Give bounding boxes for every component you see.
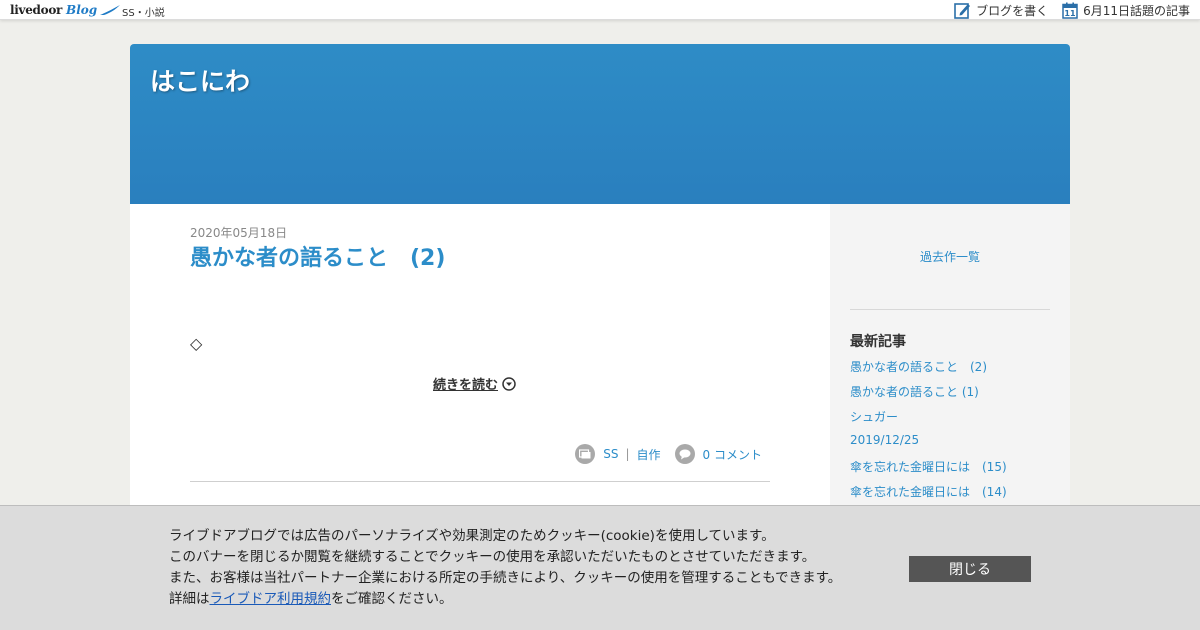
- header-actions: ブログを書く 11 6月11日話題の記事: [940, 0, 1190, 20]
- list-item: 2019/12/25: [850, 433, 1007, 458]
- terms-of-use-link[interactable]: ライブドア利用規約: [210, 591, 332, 607]
- folder-icon: [575, 444, 596, 464]
- category-original-link[interactable]: 自作: [637, 446, 661, 463]
- cookie-line-4-suffix: をご確認ください。: [331, 591, 453, 607]
- cookie-line-3: また、お客様は当社パートナー企業における所定の手続きにより、クッキーの使用を管理…: [169, 570, 842, 586]
- cookie-line-2: このバナーを閉じるか閲覧を継続することでクッキーの使用を承認いただいたものとさせ…: [169, 549, 816, 565]
- cookie-banner: ライブドアブログでは広告のパーソナライズや効果測定のためクッキー(cookie)…: [0, 505, 1200, 630]
- list-item: 愚かな者の語ること (1): [850, 383, 1007, 408]
- recent-post-link[interactable]: 愚かな者の語ること (1): [850, 385, 979, 399]
- circle-chevron-down-icon: [502, 376, 516, 391]
- trending-articles-label: 6月11日話題の記事: [1083, 3, 1190, 18]
- category-separator: |: [625, 447, 630, 461]
- write-blog-link[interactable]: ブログを書く: [954, 2, 1048, 19]
- recent-post-link[interactable]: 2019/12/25: [850, 433, 919, 447]
- logo-blog-text: Blog: [66, 3, 98, 17]
- bird-icon: [100, 5, 121, 15]
- post-title[interactable]: 愚かな者の語ること (2): [190, 240, 445, 272]
- speech-bubble-icon: [674, 444, 695, 464]
- logo-livedoor-text: livedoor: [10, 3, 63, 17]
- list-item: シュガー: [850, 408, 1007, 433]
- blog-header: はこにわ: [130, 44, 1070, 204]
- recent-post-link[interactable]: 愚かな者の語ること (2): [850, 360, 987, 374]
- post-meta: SS | 自作 0 コメント: [575, 444, 762, 464]
- post-date: 2020年05月18日: [190, 226, 288, 240]
- comments-link[interactable]: 0 コメント: [703, 446, 762, 463]
- livedoor-blog-logo[interactable]: livedoor Blog: [10, 2, 121, 18]
- recent-posts-list: 愚かな者の語ること (2) 愚かな者の語ること (1) シュガー 2019/12…: [850, 358, 1007, 508]
- post-body: ◇: [190, 334, 203, 353]
- global-header-bar: livedoor Blog SS・小説 ブログを書く 11 6月11日話題の記事: [0, 0, 1200, 20]
- recent-post-link[interactable]: 傘を忘れた金曜日には (15): [850, 460, 1007, 474]
- cookie-line-4: 詳細はライブドア利用規約をご確認ください。: [169, 589, 841, 610]
- read-more-link[interactable]: 続きを読む: [433, 374, 516, 393]
- recent-post-link[interactable]: 傘を忘れた金曜日には (14): [850, 485, 1007, 499]
- calendar-day-number: 11: [1065, 9, 1077, 18]
- post-divider: [190, 481, 770, 482]
- cookie-line-4-prefix: 詳細は: [169, 591, 210, 607]
- category-ss-link[interactable]: SS: [603, 447, 618, 461]
- write-blog-label: ブログを書く: [976, 3, 1049, 18]
- pencil-note-icon: [954, 2, 971, 19]
- list-item: 愚かな者の語ること (2): [850, 358, 1007, 383]
- category-link[interactable]: SS・小説: [122, 4, 165, 19]
- blog-title[interactable]: はこにわ: [150, 62, 250, 98]
- read-more-label: 続きを読む: [433, 378, 499, 393]
- sidebar-divider: [850, 309, 1050, 310]
- cookie-notice-text: ライブドアブログでは広告のパーソナライズや効果測定のためクッキー(cookie)…: [169, 526, 841, 610]
- trending-articles-link[interactable]: 11 6月11日話題の記事: [1062, 2, 1190, 19]
- close-banner-button[interactable]: 閉じる: [909, 556, 1031, 582]
- list-item: 傘を忘れた金曜日には (15): [850, 458, 1007, 483]
- cookie-line-1: ライブドアブログでは広告のパーソナライズや効果測定のためクッキー(cookie)…: [169, 528, 775, 544]
- archive-link[interactable]: 過去作一覧: [830, 248, 1070, 265]
- calendar-icon: 11: [1062, 2, 1078, 19]
- recent-posts-heading: 最新記事: [850, 334, 906, 350]
- recent-post-link[interactable]: シュガー: [850, 410, 898, 424]
